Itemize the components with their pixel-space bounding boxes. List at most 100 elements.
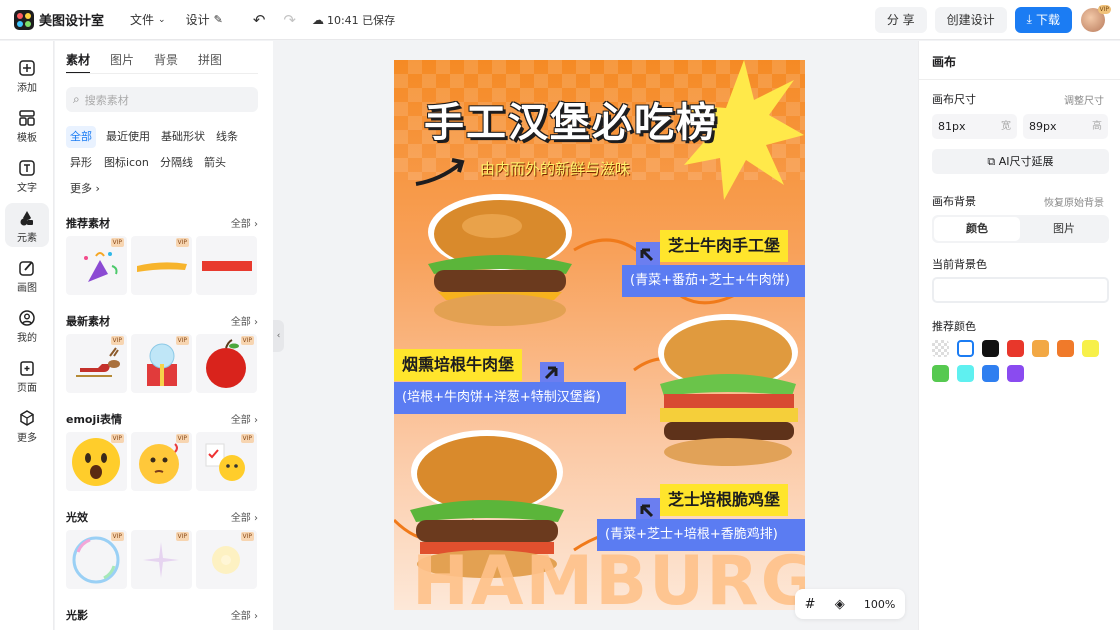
width-value: 81px — [938, 120, 966, 133]
asset-thumb[interactable]: VIP — [196, 334, 257, 393]
text-icon — [19, 160, 35, 176]
asset-thumb[interactable]: VIP — [131, 530, 192, 589]
search-input[interactable]: ⌕ 搜索素材 — [66, 87, 258, 112]
color-swatch[interactable] — [1032, 340, 1049, 357]
rail-template[interactable]: 模板 — [5, 103, 49, 147]
rail-mine[interactable]: 我的 — [5, 303, 49, 347]
swatch-transparent[interactable] — [932, 340, 949, 357]
see-all-link[interactable]: 全部 › — [231, 411, 258, 426]
see-all-link[interactable]: 全部 › — [231, 313, 258, 328]
asset-thumb[interactable]: VIP — [196, 432, 257, 491]
vip-tag: VIP — [175, 238, 189, 247]
item3-name[interactable]: 芝士培根脆鸡堡 — [660, 484, 789, 516]
burger-image[interactable] — [420, 192, 580, 332]
asset-thumb[interactable]: VIP — [66, 432, 127, 491]
vip-tag: VIP — [110, 434, 124, 443]
item1-name[interactable]: 芝士牛肉手工堡 — [660, 230, 789, 262]
chip-icons[interactable]: 图标icon — [100, 152, 153, 174]
see-all-label: 全部 — [230, 219, 251, 230]
height-field[interactable]: 89px 高 — [1023, 114, 1108, 139]
rail-more[interactable]: 更多 — [5, 403, 49, 447]
download-button[interactable]: ⤓ 下载 — [1014, 6, 1072, 33]
ai-extend-button[interactable]: ⧉ AI尺寸延展 — [932, 149, 1109, 174]
item1-desc[interactable]: (青菜+番茄+芝士+牛肉饼) — [622, 265, 805, 297]
share-button[interactable]: 分 享 — [874, 6, 927, 33]
asset-thumb[interactable]: VIP — [66, 530, 127, 589]
asset-thumb[interactable]: VIP — [131, 432, 192, 491]
vip-tag: VIP — [175, 532, 189, 541]
chip-basic-shapes[interactable]: 基础形状 — [157, 126, 209, 148]
asset-thumb[interactable]: VIP — [66, 334, 127, 393]
tab-material[interactable]: 素材 — [66, 51, 91, 74]
layers-icon[interactable]: ◈ — [835, 597, 845, 612]
zoom-level[interactable]: 100% — [864, 598, 895, 611]
asset-thumb[interactable]: VIP — [131, 334, 192, 393]
width-field[interactable]: 81px 宽 — [932, 114, 1017, 139]
section-shadow: 光影 — [66, 609, 88, 622]
chip-irregular[interactable]: 异形 — [66, 152, 96, 174]
item2-desc[interactable]: (培根+牛肉饼+洋葱+特制汉堡酱) — [394, 382, 626, 414]
color-swatch[interactable] — [1007, 340, 1024, 357]
avatar[interactable]: VIP — [1081, 4, 1111, 32]
chip-lines[interactable]: 线条 — [212, 126, 242, 148]
chip-more[interactable]: 更多 › — [66, 178, 104, 200]
rail-add[interactable]: 添加 — [5, 53, 49, 97]
app-logo[interactable]: 美图设计室 — [14, 9, 104, 30]
see-all-link[interactable]: 全部 › — [231, 509, 258, 524]
color-swatch[interactable] — [957, 365, 974, 382]
save-status: 10:41 已保存 — [326, 13, 396, 27]
tab-collage[interactable]: 拼图 — [198, 51, 222, 68]
see-all-label: 全部 — [230, 513, 251, 524]
see-all-label: 全部 — [230, 317, 251, 328]
seg-image[interactable]: 图片 — [1021, 217, 1107, 241]
collapse-panel-handle[interactable]: ‹ — [273, 320, 284, 352]
color-swatch[interactable] — [1082, 340, 1099, 357]
vip-tag: VIP — [175, 434, 189, 443]
item2-name[interactable]: 烟熏培根牛肉堡 — [394, 349, 523, 381]
burger-image[interactable] — [650, 312, 805, 472]
chip-dividers[interactable]: 分隔线 — [156, 152, 197, 174]
rail-text[interactable]: 文字 — [5, 153, 49, 197]
canvas-size-label: 画布尺寸 — [932, 93, 976, 106]
see-all-link[interactable]: 全部 › — [231, 607, 258, 622]
color-swatch[interactable] — [982, 340, 999, 357]
grid-icon[interactable]: # — [805, 597, 816, 612]
tab-image[interactable]: 图片 — [110, 51, 134, 68]
color-swatch[interactable] — [932, 365, 949, 382]
current-bg-color-field[interactable] — [932, 277, 1109, 303]
tab-background[interactable]: 背景 — [154, 51, 178, 68]
chip-recent[interactable]: 最近使用 — [102, 126, 154, 148]
panel-tabs: 素材 图片 背景 拼图 — [66, 51, 222, 74]
zoom-toolbar: # ◈ 100% — [795, 589, 905, 619]
logo-icon — [14, 9, 34, 30]
seg-color[interactable]: 颜色 — [934, 217, 1020, 241]
canvas-bg-label: 画布背景 — [932, 195, 976, 208]
chip-arrows[interactable]: 箭头 — [200, 152, 230, 174]
asset-thumb[interactable]: VIP — [131, 236, 192, 295]
asset-thumb[interactable]: VIP — [66, 236, 127, 295]
create-design-button[interactable]: 创建设计 — [934, 6, 1007, 33]
design-menu[interactable]: 设计 ✎ — [186, 11, 223, 28]
color-swatch[interactable] — [1007, 365, 1024, 382]
restore-bg-link[interactable]: 恢复原始背景 — [1044, 194, 1104, 209]
rail-elements[interactable]: 元素 — [5, 203, 49, 247]
undo-icon[interactable]: ↶ — [253, 11, 266, 29]
poster-title[interactable]: 手工汉堡必吃榜 — [424, 90, 718, 148]
adjust-size-link[interactable]: 调整尺寸 — [1064, 92, 1104, 107]
poster[interactable]: 手工汉堡必吃榜 由内而外的新鲜与滋味 芝士牛肉手工堡 (青菜+番茄+芝士+牛肉饼… — [394, 60, 805, 610]
asset-thumb[interactable]: VIP — [196, 530, 257, 589]
see-all-link[interactable]: 全部 › — [231, 215, 258, 230]
color-swatch[interactable] — [982, 365, 999, 382]
chip-all[interactable]: 全部 — [66, 126, 96, 148]
vip-tag: VIP — [240, 434, 254, 443]
background-word[interactable]: HAMBURG — [412, 542, 805, 610]
download-icon: ⤓ — [1026, 12, 1032, 26]
redo-icon[interactable]: ↷ — [283, 11, 296, 29]
asset-thumb[interactable] — [196, 236, 257, 295]
color-swatch[interactable] — [957, 340, 974, 357]
color-swatch[interactable] — [1057, 340, 1074, 357]
poster-subtitle[interactable]: 由内而外的新鲜与滋味 — [480, 158, 630, 179]
file-menu[interactable]: 文件 ⌄ — [130, 11, 166, 28]
rail-draw[interactable]: 画图 — [5, 253, 49, 297]
rail-pages[interactable]: 页面 — [5, 353, 49, 397]
